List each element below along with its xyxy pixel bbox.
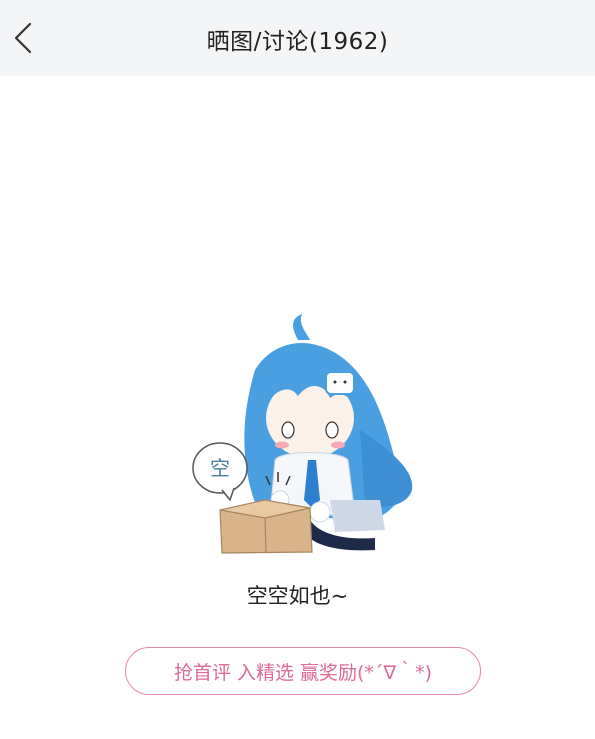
first-comment-button[interactable]: 抢首评 入精选 赢奖励(*´∇｀*): [125, 647, 481, 695]
speech-bubble-text: 空: [210, 456, 230, 480]
top-nav-bar: 晒图/讨论(1962): [0, 0, 595, 76]
first-comment-label: 抢首评 入精选 赢奖励(*´∇｀*): [173, 661, 433, 684]
empty-state-illustration: 空: [180, 300, 420, 560]
speech-bubble: 空: [192, 442, 248, 502]
empty-state-message: 空空如也~: [246, 584, 349, 608]
page-title: 晒图/讨论(1962): [206, 29, 389, 55]
page: 晒图/讨论(1962) 空 空空如也~ 抢首评 入精选 赢奖励(*´∇｀*): [0, 0, 595, 739]
